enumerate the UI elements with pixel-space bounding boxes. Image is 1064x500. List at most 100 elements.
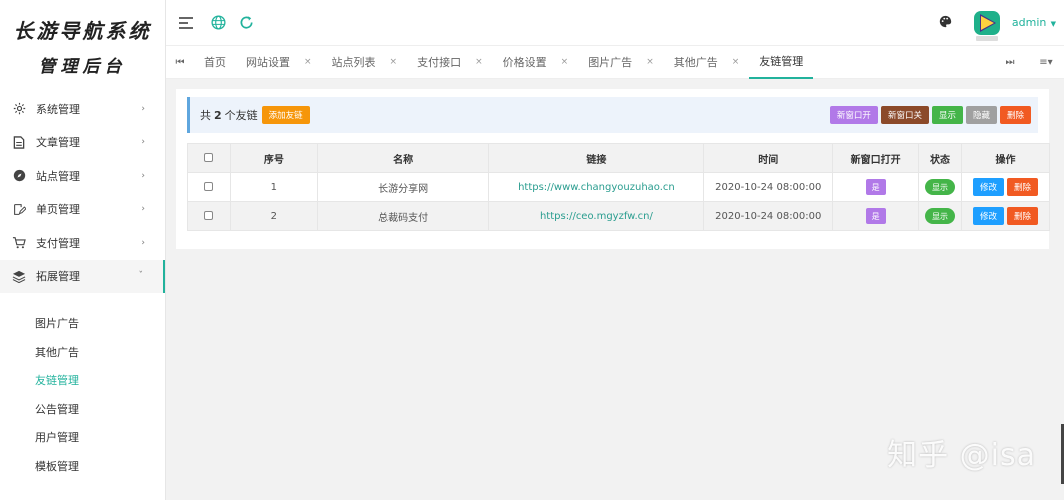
submenu-item-templates[interactable]: 模板管理 [0, 452, 165, 481]
tab-bar: ⏮ 首页 网站设置 × 站点列表 × 支付接口 × 价格设置 × 图片广告 × 其他广告 ×… [166, 45, 1064, 79]
batch-show-button[interactable]: 显示 [931, 106, 963, 124]
chevron-right-icon: › [141, 204, 145, 215]
sidebar-item-site[interactable]: 站点管理 › [0, 159, 165, 193]
link-count: 共 2 个友链 [200, 107, 258, 123]
close-icon[interactable]: × [475, 57, 483, 67]
tab-label: 首页 [204, 56, 226, 69]
actions-cell: 修改 删除 [961, 201, 1050, 231]
layers-icon [12, 269, 26, 283]
refresh-icon[interactable] [238, 15, 254, 31]
new-window-cell: 是 [832, 201, 920, 231]
delete-button[interactable]: 删除 [1007, 207, 1039, 225]
sidebar-item-label: 单页管理 [36, 203, 80, 217]
tab-home[interactable]: 首页 [194, 46, 236, 79]
sidebar-item-system[interactable]: 系统管理 › [0, 92, 165, 126]
submenu-item-other-ads[interactable]: 其他广告 [0, 338, 165, 367]
batch-open-new-window-button[interactable]: 新窗口开 [829, 106, 878, 124]
batch-hide-button[interactable]: 隐藏 [965, 106, 997, 124]
chevron-right-icon: › [141, 237, 145, 248]
link-name: 长游分享网 [316, 172, 490, 202]
status-badge[interactable]: 显示 [925, 208, 956, 224]
close-icon[interactable]: × [732, 57, 740, 67]
user-name: admin [1011, 16, 1047, 29]
edit-button[interactable]: 修改 [973, 207, 1005, 225]
status-cell: 显示 [918, 172, 963, 202]
sidebar-item-label: 站点管理 [36, 169, 80, 183]
column-header: 链接 [488, 143, 705, 173]
row-checkbox[interactable] [204, 182, 214, 191]
sidebar-item-page[interactable]: 单页管理 › [0, 193, 165, 227]
close-icon[interactable]: × [390, 57, 398, 67]
tab-scroll-right-icon[interactable]: ⏭ [992, 57, 1028, 68]
link-url[interactable]: https://www.changyouzuhao.cn [488, 172, 705, 202]
link-time: 2020-10-24 08:00:00 [703, 201, 834, 231]
caret-down-icon: ▼ [1048, 20, 1056, 28]
close-icon[interactable]: × [561, 57, 569, 67]
tab-price-settings[interactable]: 价格设置 × [493, 46, 579, 79]
tab-options-icon[interactable]: ≡▾ [1028, 57, 1064, 68]
sidebar-item-article[interactable]: 文章管理 › [0, 126, 165, 160]
user-menu[interactable]: admin ▼ [1012, 16, 1056, 29]
column-header: 时间 [703, 143, 834, 173]
logo: 长游导航系统 管理后台 [0, 0, 165, 92]
tab-image-ads[interactable]: 图片广告 × [578, 46, 664, 79]
tab-site-settings[interactable]: 网站设置 × [236, 46, 322, 79]
chevron-right-icon: › [141, 170, 145, 181]
status-cell: 显示 [918, 201, 963, 231]
sidebar-item-label: 系统管理 [36, 102, 80, 116]
cart-icon [12, 236, 26, 250]
tab-other-ads[interactable]: 其他广告 × [664, 46, 750, 79]
batch-delete-button[interactable]: 删除 [999, 106, 1031, 124]
column-header: 新窗口打开 [832, 143, 920, 173]
avatar[interactable] [972, 8, 1002, 41]
globe-icon[interactable] [210, 15, 226, 31]
table-row: 1 长游分享网 https://www.changyouzuhao.cn 202… [187, 172, 1050, 202]
menu-icon[interactable] [178, 15, 194, 31]
edit-button[interactable]: 修改 [973, 178, 1005, 196]
tab-label: 其他广告 [673, 56, 718, 69]
logo-subtitle: 管理后台 [38, 57, 127, 77]
submenu-item-image-ads[interactable]: 图片广告 [0, 309, 165, 338]
palette-icon[interactable] [939, 15, 952, 31]
watermark: 知乎 @isa [887, 438, 1036, 473]
sidebar-item-payment[interactable]: 支付管理 › [0, 226, 165, 260]
compass-icon [12, 169, 26, 183]
row-number: 1 [229, 172, 318, 202]
submenu-item-friend-links[interactable]: 友链管理 [0, 366, 165, 395]
close-icon[interactable]: × [646, 57, 654, 67]
sidebar: 长游导航系统 管理后台 系统管理 › 文章管理 › 站点管理 › 单页管理 › … [0, 0, 166, 500]
tab-label: 站点列表 [331, 56, 376, 69]
column-header: 状态 [918, 143, 963, 173]
extension-submenu: 图片广告 其他广告 友链管理 公告管理 用户管理 模板管理 [0, 293, 165, 480]
actions-cell: 修改 删除 [961, 172, 1050, 202]
document-icon [12, 135, 26, 149]
tab-label: 网站设置 [246, 56, 290, 69]
chevron-right-icon: › [141, 103, 145, 114]
sidebar-item-extension[interactable]: 拓展管理 ˇ [0, 259, 165, 293]
link-url[interactable]: https://ceo.mgyzfw.cn/ [488, 201, 705, 231]
select-all-checkbox[interactable] [204, 153, 214, 162]
new-window-badge[interactable]: 是 [865, 179, 886, 195]
tab-friend-links[interactable]: 友链管理 [749, 46, 814, 79]
tab-scroll-left-icon[interactable]: ⏮ [166, 57, 194, 68]
status-badge[interactable]: 显示 [925, 179, 956, 195]
tab-site-list[interactable]: 站点列表 × [322, 46, 408, 79]
batch-close-new-window-button[interactable]: 新窗口关 [880, 106, 929, 124]
tab-payment-interface[interactable]: 支付接口 × [407, 46, 493, 79]
add-link-button[interactable]: 添加友链 [261, 106, 310, 124]
column-header: 序号 [229, 143, 318, 173]
delete-button[interactable]: 删除 [1007, 178, 1039, 196]
new-window-badge[interactable]: 是 [865, 208, 886, 224]
edit-icon [12, 202, 26, 216]
new-window-cell: 是 [832, 172, 920, 202]
column-header: 操作 [961, 143, 1050, 173]
table-row: 2 总裁码支付 https://ceo.mgyzfw.cn/ 2020-10-2… [187, 201, 1050, 231]
close-icon[interactable]: × [304, 57, 312, 67]
tab-label: 图片广告 [588, 56, 633, 69]
submenu-item-users[interactable]: 用户管理 [0, 423, 165, 452]
row-number: 2 [229, 201, 318, 231]
table-header-row: 序号 名称 链接 时间 新窗口打开 状态 操作 [187, 143, 1050, 173]
row-checkbox[interactable] [204, 211, 214, 220]
column-header: 名称 [316, 143, 490, 173]
submenu-item-announcements[interactable]: 公告管理 [0, 395, 165, 424]
